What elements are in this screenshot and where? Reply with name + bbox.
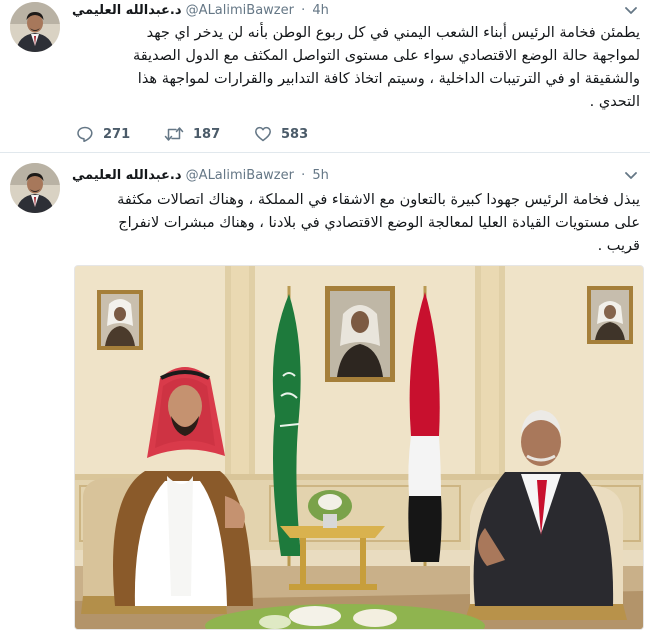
- tweet-text-line: قريب .: [597, 238, 640, 254]
- user-handle[interactable]: @ALalimiBawzer: [186, 3, 294, 18]
- tweet-text-line: على مستويات القيادة العليا لمعالجة الوضع…: [118, 215, 640, 231]
- tweet-text: يبذل فخامة الرئيس جهودا كبيرة بالتعاون م…: [72, 189, 640, 258]
- like-button[interactable]: 583: [254, 124, 308, 144]
- avatar[interactable]: [10, 2, 60, 52]
- tweet-text: يطمئن فخامة الرئيس أبناء الشعب اليمني في…: [72, 22, 640, 114]
- chevron-down-icon[interactable]: [624, 171, 638, 181]
- avatar[interactable]: [10, 163, 60, 213]
- tweet-photo[interactable]: [74, 265, 644, 630]
- display-name[interactable]: د.عبدالله العليمي: [72, 3, 182, 18]
- timestamp[interactable]: 5h: [312, 168, 329, 183]
- reply-count: 271: [103, 126, 131, 142]
- separator-dot: ·: [301, 3, 306, 18]
- tweet-text-line: لمواجهة حالة الوضع الاقتصادي سواء على مس…: [132, 48, 640, 64]
- user-handle[interactable]: @ALalimiBawzer: [186, 168, 294, 183]
- display-name[interactable]: د.عبدالله العليمي: [72, 168, 182, 183]
- tweet[interactable]: د.عبدالله العليمي @ALalimiBawzer · 4h يط…: [0, 0, 650, 153]
- reply-button[interactable]: 271: [76, 124, 130, 144]
- tweet-text-line: يطمئن فخامة الرئيس أبناء الشعب اليمني في…: [146, 25, 640, 41]
- reply-icon: [77, 126, 93, 143]
- chevron-down-icon[interactable]: [624, 6, 638, 16]
- like-count: 583: [281, 126, 309, 142]
- retweet-icon: [164, 127, 184, 141]
- separator-dot: ·: [301, 168, 306, 183]
- tweet[interactable]: د.عبدالله العليمي @ALalimiBawzer · 5h يب…: [0, 153, 650, 631]
- tweet-text-line: يبذل فخامة الرئيس جهودا كبيرة بالتعاون م…: [117, 192, 640, 208]
- tweet-text-line: التحدي .: [589, 94, 640, 110]
- tweet-header: د.عبدالله العليمي @ALalimiBawzer · 5h: [72, 167, 329, 185]
- tweet-header: د.عبدالله العليمي @ALalimiBawzer · 4h: [72, 2, 329, 20]
- timestamp[interactable]: 4h: [312, 3, 329, 18]
- tweet-text-line: والشقيقة او في الترتيبات الداخلية ، وسيت…: [137, 71, 640, 87]
- retweet-count: 187: [193, 126, 221, 142]
- heart-icon: [255, 126, 271, 142]
- retweet-button[interactable]: 187: [164, 124, 220, 144]
